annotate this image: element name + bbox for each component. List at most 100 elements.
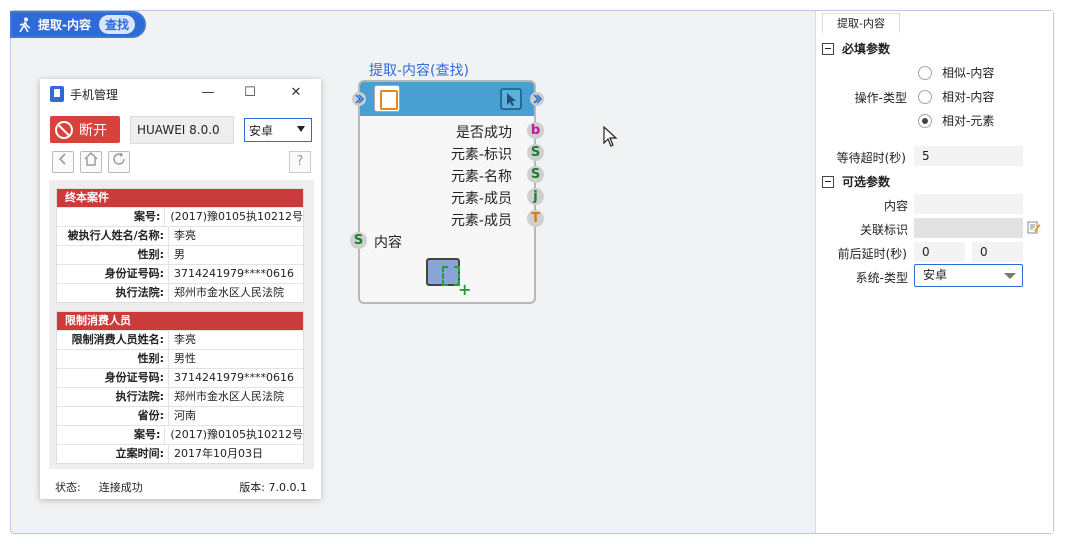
port-b[interactable]: b	[527, 122, 544, 139]
row-key: 性别:	[57, 246, 169, 264]
table-row: 性别: 男性	[57, 349, 303, 368]
sys-type-select[interactable]: 安卓	[914, 264, 1023, 287]
chevron-left-icon	[58, 153, 66, 165]
table-row: 身份证号码: 3714241979****0616	[57, 264, 303, 283]
row-key: 案号:	[57, 208, 166, 226]
collapse-icon	[822, 175, 834, 188]
port-s[interactable]: S	[527, 144, 544, 161]
radio-similar-content[interactable]: 相似-内容	[918, 64, 994, 81]
phone-icon	[50, 86, 64, 102]
os-select[interactable]: 安卓	[244, 118, 312, 142]
row-key: 被执行人姓名/名称:	[57, 227, 169, 245]
close-button[interactable]: ✕	[286, 85, 306, 103]
edit-icon[interactable]	[1027, 220, 1041, 234]
version-label: 版本: 7.0.0.1	[239, 481, 307, 494]
row-value: 李亮	[174, 333, 196, 346]
op-type-label: 操作-类型	[854, 91, 907, 105]
timeout-input[interactable]: 5	[914, 146, 1023, 166]
node-header	[360, 82, 534, 116]
table-row: 执行法院: 郑州市金水区人民法院	[57, 387, 303, 406]
assoc-input	[914, 218, 1023, 238]
timeout-label: 等待超时(秒)	[836, 151, 906, 165]
refresh-icon	[113, 152, 125, 165]
optional-section[interactable]: 可选参数	[822, 173, 890, 190]
dropdown-arrow-icon	[1004, 273, 1016, 279]
row-value: 3714241979****0616	[174, 267, 294, 280]
phone-manager-titlebar: 手机管理 — ☐ ✕	[40, 79, 321, 109]
radio-label: 相似-内容	[942, 66, 995, 80]
flow-title: 提取-内容	[38, 18, 91, 32]
row-value: 河南	[174, 409, 196, 422]
row-key: 性别:	[57, 350, 169, 368]
phone-screen: 终本案件 案号: (2017)豫0105执10212号 被执行人姓名/名称: 李亮 …	[49, 180, 314, 469]
disconnect-button[interactable]: 断开	[50, 116, 120, 143]
row-key: 执行法院:	[57, 284, 169, 302]
os-select-value: 安卓	[249, 123, 274, 138]
delay-before-input[interactable]: 0	[914, 242, 965, 262]
home-button[interactable]	[80, 151, 102, 173]
row-value: 郑州市金水区人民法院	[174, 286, 284, 299]
table-row: 性别: 男	[57, 245, 303, 264]
refresh-button[interactable]	[108, 151, 130, 173]
walk-icon	[19, 17, 31, 32]
home-icon	[84, 152, 98, 166]
content-input[interactable]	[914, 194, 1023, 214]
cursor-select-icon	[500, 88, 522, 110]
disconnect-label: 断开	[79, 122, 107, 139]
delay-label: 前后延时(秒)	[837, 247, 907, 261]
output-element-id: 元素-标识	[450, 147, 512, 163]
row-value: 郑州市金水区人民法院	[174, 390, 284, 403]
input-port-s[interactable]: S	[350, 232, 367, 249]
output-element-name: 元素-名称	[450, 169, 512, 185]
radio-icon	[918, 89, 932, 104]
minimize-button[interactable]: —	[198, 85, 218, 103]
port-t[interactable]: T	[527, 210, 544, 227]
port-j[interactable]: j	[527, 188, 544, 205]
maximize-button[interactable]: ☐	[240, 85, 260, 103]
radio-checked-icon	[918, 113, 932, 128]
flow-title-pill[interactable]: 提取-内容 查找	[10, 11, 146, 38]
chevron-right-icon	[355, 94, 365, 104]
case-card-header: 终本案件	[57, 189, 303, 207]
table-row: 限制消费人员姓名: 李亮	[57, 330, 303, 349]
document-touch-icon	[374, 85, 400, 112]
properties-panel: 提取-内容 必填参数 操作-类型 相似-内容 相对-内容 相对-元素 等待超时(…	[815, 11, 1053, 533]
radio-label: 相对-元素	[942, 114, 995, 128]
help-button[interactable]: ?	[289, 151, 311, 173]
back-button[interactable]	[52, 151, 74, 173]
extract-content-node[interactable]: 是否成功 b 元素-标识 S 元素-名称 S 元素-成员 j 元素-成员 T S…	[350, 80, 544, 304]
table-row: 被执行人姓名/名称: 李亮	[57, 226, 303, 245]
table-row: 执行法院: 郑州市金水区人民法院	[57, 283, 303, 302]
row-key: 省份:	[57, 407, 169, 425]
table-row: 省份: 河南	[57, 406, 303, 425]
row-value: 李亮	[174, 229, 196, 242]
flow-out-port[interactable]	[530, 92, 544, 106]
table-row: 案号: (2017)豫0105执10212号	[57, 207, 303, 226]
sys-type-value: 安卓	[923, 268, 948, 282]
row-key: 立案时间:	[57, 445, 169, 463]
table-row: 立案时间: 2017年10月03日	[57, 444, 303, 463]
node-title: 提取-内容(查找)	[369, 63, 469, 79]
output-is-success: 是否成功	[456, 125, 512, 141]
status-label: 状态:	[55, 481, 81, 494]
delay-after-input[interactable]: 0	[972, 242, 1023, 262]
chevron-right-icon	[533, 94, 543, 104]
radio-relative-content[interactable]: 相对-内容	[918, 88, 994, 105]
assoc-label: 关联标识	[859, 223, 908, 237]
disconnect-icon	[55, 120, 73, 139]
port-s[interactable]: S	[527, 166, 544, 183]
dropdown-arrow-icon	[297, 126, 305, 132]
input-content: 内容	[374, 235, 402, 251]
mouse-pointer-icon	[603, 126, 618, 147]
flow-in-port[interactable]	[352, 92, 366, 106]
tab-extract-content[interactable]: 提取-内容	[822, 13, 900, 33]
required-section[interactable]: 必填参数	[822, 40, 890, 57]
output-element-member-t: 元素-成员	[450, 213, 512, 229]
row-key: 限制消费人员姓名:	[57, 331, 169, 349]
row-value: 男	[174, 248, 185, 261]
radio-relative-element[interactable]: 相对-元素	[918, 112, 994, 129]
row-value: (2017)豫0105执10212号	[170, 428, 303, 441]
restricted-card-header: 限制消费人员	[57, 312, 303, 330]
status-value: 连接成功	[98, 481, 143, 494]
plus-icon: +	[458, 280, 472, 299]
